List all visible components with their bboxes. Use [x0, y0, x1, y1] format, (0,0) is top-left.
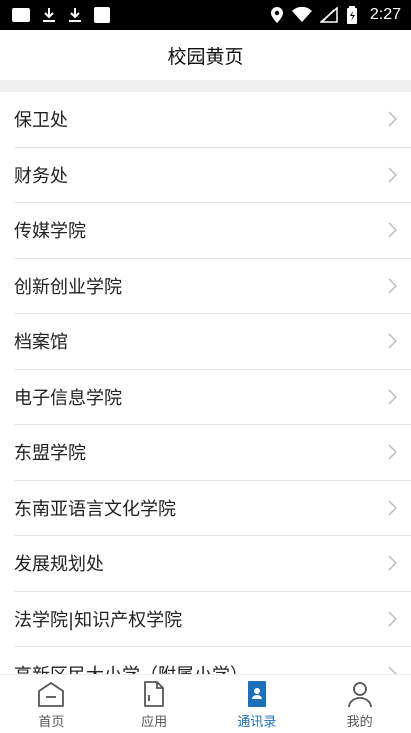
page-header: 校园黄页: [0, 30, 411, 80]
tab-contacts[interactable]: 通讯录: [206, 675, 309, 733]
chevron-right-icon: [388, 333, 397, 349]
list-item-label: 电子信息学院: [14, 387, 122, 409]
list-item-label: 东盟学院: [14, 443, 86, 465]
list-item-label: 财务处: [14, 165, 68, 187]
tab-profile[interactable]: 我的: [308, 675, 411, 733]
home-icon: [38, 682, 65, 707]
chevron-right-icon: [388, 500, 397, 516]
section-divider: [0, 80, 411, 92]
list-item[interactable]: 法学院|知识产权学院: [14, 592, 411, 647]
tab-label: 我的: [346, 715, 373, 730]
list-item[interactable]: 创新创业学院: [14, 259, 411, 314]
download-icon: [43, 8, 55, 22]
list-item[interactable]: 档案馆: [14, 314, 411, 370]
system-icons: 2:27: [270, 6, 401, 24]
download-icon: [69, 8, 81, 22]
list-item-label: 法学院|知识产权学院: [14, 609, 183, 631]
tab-apps[interactable]: 应用: [103, 675, 206, 733]
list-item[interactable]: 财务处: [14, 148, 411, 203]
tab-label: 通讯录: [237, 715, 277, 730]
chevron-right-icon: [388, 666, 397, 674]
list-item-label: 高新区民大小学（附属小学）: [14, 661, 248, 674]
bottom-tab-bar: 首页 应用 通讯录 我的: [0, 674, 411, 733]
list-item[interactable]: 发展规划处: [14, 536, 411, 592]
directory-list[interactable]: 保卫处 财务处 传媒学院 创新创业学院 档案馆 电子信息学院 东盟学院 东南亚语…: [0, 92, 411, 674]
list-item[interactable]: 东南亚语言文化学院: [14, 481, 411, 536]
clipboard-icon: [94, 7, 110, 23]
chevron-right-icon: [388, 111, 397, 127]
chevron-right-icon: [388, 444, 397, 460]
list-item-label: 传媒学院: [14, 221, 86, 243]
list-item-label: 档案馆: [14, 332, 68, 354]
tab-label: 首页: [38, 715, 65, 730]
document-icon: [144, 681, 165, 707]
list-item[interactable]: 东盟学院: [14, 425, 411, 481]
chevron-right-icon: [388, 611, 397, 627]
profile-icon: [347, 682, 372, 708]
list-item-label: 保卫处: [14, 110, 68, 132]
battery-icon: [346, 6, 357, 24]
list-item-label: 发展规划处: [14, 554, 104, 576]
clock: 2:27: [369, 6, 401, 23]
page-title: 校园黄页: [167, 45, 244, 68]
list-item[interactable]: 高新区民大小学（附属小学）: [14, 647, 411, 674]
chevron-right-icon: [388, 167, 397, 183]
location-icon: [270, 7, 283, 23]
notification-icons: [10, 6, 112, 24]
list-item[interactable]: 电子信息学院: [14, 370, 411, 425]
chevron-right-icon: [388, 278, 397, 294]
contacts-icon: [247, 681, 266, 707]
notification-icon: [12, 8, 30, 22]
list-item[interactable]: 保卫处: [14, 92, 411, 148]
list-item[interactable]: 传媒学院: [14, 203, 411, 259]
status-bar: 2:27: [0, 0, 411, 30]
list-item-label: 东南亚语言文化学院: [14, 498, 176, 520]
tab-label: 应用: [141, 715, 168, 730]
chevron-right-icon: [388, 222, 397, 238]
list-item-label: 创新创业学院: [14, 276, 122, 298]
signal-icon: [319, 7, 338, 23]
tab-home[interactable]: 首页: [0, 675, 103, 733]
wifi-icon: [291, 7, 312, 22]
chevron-right-icon: [388, 555, 397, 571]
chevron-right-icon: [388, 389, 397, 405]
